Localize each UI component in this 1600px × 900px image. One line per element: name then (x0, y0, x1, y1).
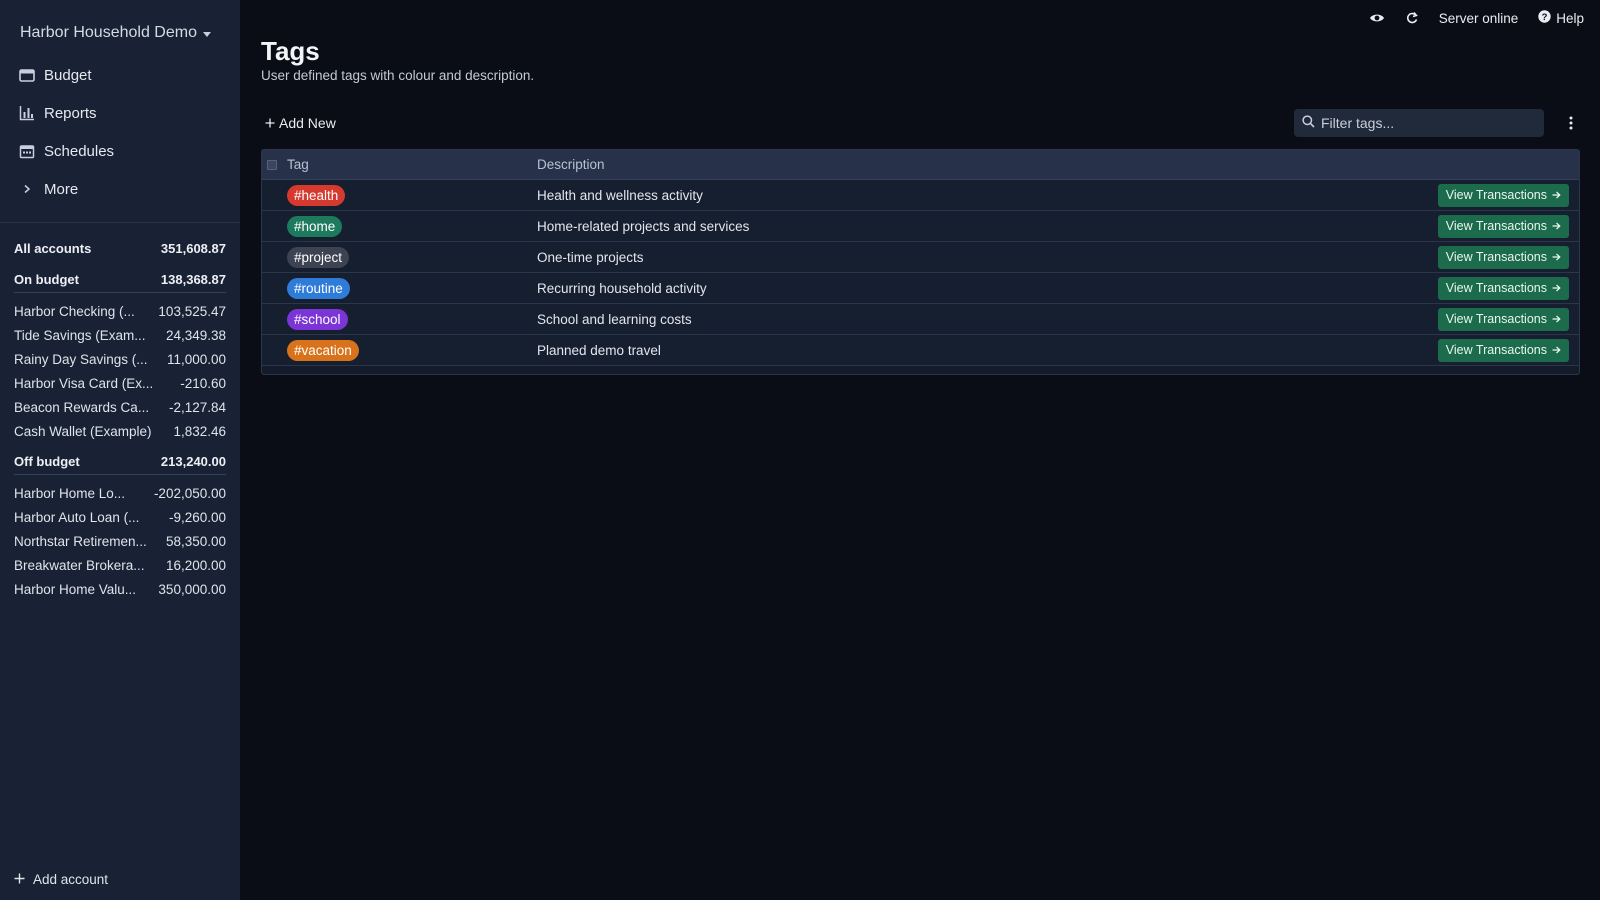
on-budget-accounts: Harbor Checking (... 103,525.47 Tide Savi… (14, 299, 226, 443)
account-row[interactable]: Northstar Retiremen... 58,350.00 (14, 529, 226, 553)
caret-down-icon (202, 31, 211, 37)
account-row[interactable]: Harbor Auto Loan (... -9,260.00 (14, 505, 226, 529)
arrow-right-icon (1552, 281, 1561, 295)
filter-tags-input[interactable] (1321, 115, 1536, 131)
sidebar-item-label: Budget (44, 66, 92, 84)
main-content: Tags User defined tags with colour and d… (261, 36, 1580, 375)
account-row[interactable]: Rainy Day Savings (... 11,000.00 (14, 347, 226, 371)
filter-box (1294, 109, 1544, 137)
budget-name: Harbor Household Demo (20, 24, 197, 41)
arrow-right-icon (1552, 188, 1561, 202)
sidebar-item-schedules[interactable]: Schedules (0, 132, 240, 170)
table-row[interactable]: #vacation Planned demo travel View Trans… (262, 335, 1579, 366)
view-transactions-button[interactable]: View Transactions (1437, 307, 1569, 331)
tag-pill[interactable]: #home (287, 215, 343, 237)
tag-description[interactable]: School and learning costs (537, 312, 1438, 327)
view-transactions-label: View Transactions (1445, 250, 1547, 264)
tag-pill[interactable]: #routine (287, 277, 350, 299)
sidebar-item-budget[interactable]: Budget (0, 56, 240, 94)
sidebar-item-label: More (44, 180, 79, 198)
plus-icon (14, 872, 25, 887)
help-icon: ? (1538, 10, 1551, 26)
view-transactions-button[interactable]: View Transactions (1437, 245, 1569, 269)
svg-text:?: ? (1542, 12, 1548, 23)
wallet-icon (18, 66, 36, 84)
tag-pill[interactable]: #health (287, 184, 346, 206)
sidebar-item-label: Reports (44, 104, 97, 122)
plus-icon (265, 115, 275, 131)
account-row[interactable]: Tide Savings (Exam... 24,349.38 (14, 323, 226, 347)
view-transactions-label: View Transactions (1445, 343, 1547, 357)
search-icon (1302, 115, 1315, 131)
column-header-tag[interactable]: Tag (287, 157, 537, 172)
arrow-right-icon (1552, 250, 1561, 264)
eye-icon[interactable] (1369, 12, 1385, 24)
chevron-right-icon (18, 180, 36, 198)
budget-name-menu[interactable]: Harbor Household Demo (0, 0, 240, 52)
view-transactions-button[interactable]: View Transactions (1437, 276, 1569, 300)
tag-description[interactable]: Health and wellness activity (537, 188, 1438, 203)
table-row[interactable]: #school School and learning costs View T… (262, 304, 1579, 335)
column-header-description[interactable]: Description (537, 157, 1579, 172)
view-transactions-label: View Transactions (1445, 312, 1547, 326)
account-row[interactable]: Beacon Rewards Ca... -2,127.84 (14, 395, 226, 419)
table-row[interactable]: #project One-time projects View Transact… (262, 242, 1579, 273)
sidebar-item-reports[interactable]: Reports (0, 94, 240, 132)
tag-pill[interactable]: #school (287, 308, 348, 330)
view-transactions-label: View Transactions (1445, 281, 1547, 295)
tag-description[interactable]: Home-related projects and services (537, 219, 1438, 234)
table-body: #health Health and wellness activity Vie… (262, 180, 1579, 366)
view-transactions-button[interactable]: View Transactions (1437, 214, 1569, 238)
sidebar-nav: Budget Reports Schedules More (0, 52, 240, 223)
tags-toolbar: Add New (261, 109, 1580, 137)
page-subtitle: User defined tags with colour and descri… (261, 68, 535, 83)
add-new-button[interactable]: Add New (261, 115, 336, 131)
view-transactions-label: View Transactions (1445, 219, 1547, 233)
page-title: Tags (261, 36, 320, 66)
account-row[interactable]: Cash Wallet (Example) 1,832.46 (14, 419, 226, 443)
server-status[interactable]: Server online (1439, 11, 1519, 26)
tag-pill[interactable]: #project (287, 246, 350, 268)
arrow-right-icon (1552, 312, 1561, 326)
account-row[interactable]: Harbor Home Lo... -202,050.00 (14, 481, 226, 505)
view-transactions-label: View Transactions (1445, 188, 1547, 202)
off-budget-group[interactable]: Off budget 213,240.00 (14, 451, 226, 475)
table-row[interactable]: #home Home-related projects and services… (262, 211, 1579, 242)
add-account-button[interactable]: Add account (0, 858, 240, 900)
tag-description[interactable]: Planned demo travel (537, 343, 1438, 358)
arrow-right-icon (1552, 219, 1561, 233)
view-transactions-button[interactable]: View Transactions (1437, 338, 1569, 362)
view-transactions-button[interactable]: View Transactions (1437, 183, 1569, 207)
sidebar: Harbor Household Demo Budget Reports Sch… (0, 0, 240, 900)
on-budget-group[interactable]: On budget 138,368.87 (14, 269, 226, 293)
more-options-icon[interactable] (1562, 116, 1580, 130)
account-row[interactable]: Harbor Visa Card (Ex... -210.60 (14, 371, 226, 395)
top-bar: Server online ? Help (240, 0, 1600, 36)
sidebar-item-label: Schedules (44, 142, 115, 160)
arrow-right-icon (1552, 343, 1561, 357)
table-row[interactable]: #routine Recurring household activity Vi… (262, 273, 1579, 304)
sidebar-item-more[interactable]: More (0, 170, 240, 208)
accounts-list: All accounts 351,608.87 On budget 138,36… (0, 223, 240, 858)
toolbar-right (1294, 109, 1580, 137)
help-button[interactable]: ? Help (1538, 10, 1584, 26)
all-accounts[interactable]: All accounts 351,608.87 (14, 237, 226, 261)
account-row[interactable]: Harbor Checking (... 103,525.47 (14, 299, 226, 323)
tag-pill[interactable]: #vacation (287, 339, 359, 361)
table-header: Tag Description (262, 150, 1579, 180)
calendar-icon (18, 142, 36, 160)
bar-chart-icon (18, 104, 36, 122)
select-all-checkbox[interactable] (267, 159, 277, 170)
table-row[interactable]: #health Health and wellness activity Vie… (262, 180, 1579, 211)
sync-icon[interactable] (1405, 11, 1419, 25)
account-row[interactable]: Harbor Home Valu... 350,000.00 (14, 577, 226, 601)
account-row[interactable]: Breakwater Brokera... 16,200.00 (14, 553, 226, 577)
tags-table: Tag Description #health Health and welln… (261, 149, 1580, 375)
tag-description[interactable]: One-time projects (537, 250, 1438, 265)
tag-description[interactable]: Recurring household activity (537, 281, 1438, 296)
off-budget-accounts: Harbor Home Lo... -202,050.00 Harbor Auto… (14, 481, 226, 601)
